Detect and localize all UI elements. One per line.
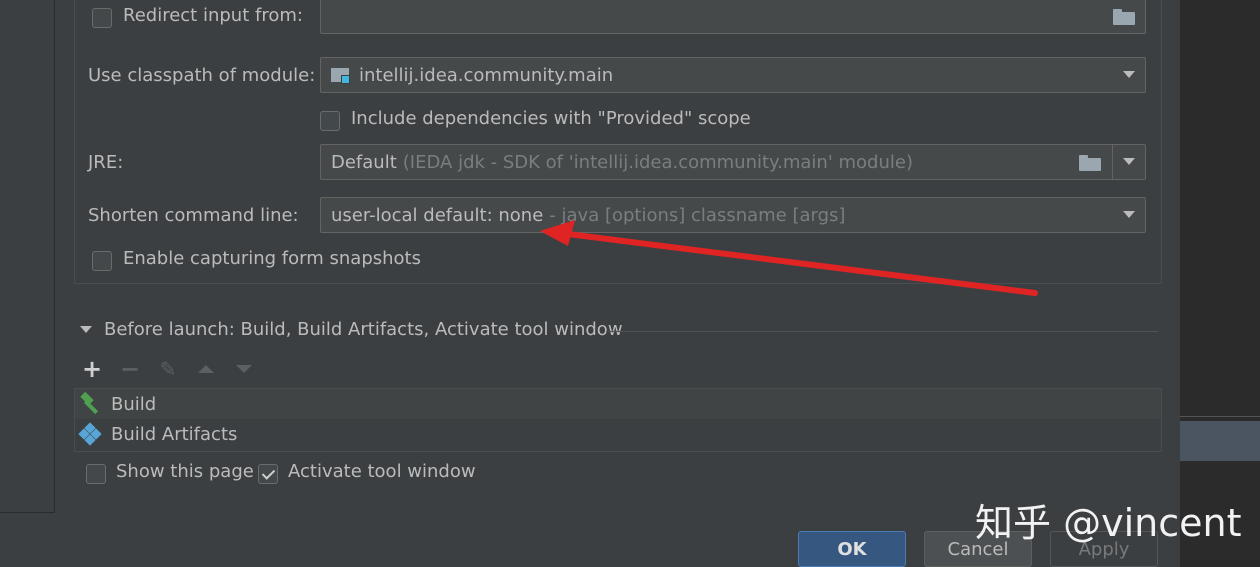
move-up-icon[interactable] bbox=[196, 359, 216, 379]
chevron-down-icon bbox=[1123, 211, 1135, 218]
jre-label: JRE: bbox=[88, 152, 124, 173]
jre-select[interactable]: Default (IEDA jdk - SDK of 'intellij.ide… bbox=[320, 144, 1146, 180]
shorten-label: Shorten command line: bbox=[88, 205, 299, 226]
module-value: intellij.idea.community.main bbox=[359, 64, 614, 86]
show-page-checkbox[interactable] bbox=[86, 464, 106, 484]
add-icon[interactable]: + bbox=[82, 357, 102, 381]
list-item[interactable]: Build bbox=[75, 389, 1161, 419]
list-item[interactable]: Build Artifacts bbox=[75, 419, 1161, 449]
before-launch-toolbar: + − ✎ bbox=[82, 356, 254, 382]
chevron-down-icon bbox=[1123, 71, 1135, 78]
selected-row-highlight bbox=[1180, 421, 1260, 461]
jre-value: Default bbox=[331, 151, 397, 173]
snapshots-checkbox[interactable] bbox=[92, 251, 112, 271]
redirect-input-checkbox[interactable] bbox=[92, 8, 112, 28]
watermark-text: 知乎 @vincent bbox=[975, 501, 1242, 545]
module-label: Use classpath of module: bbox=[88, 65, 316, 86]
background-editor-pane bbox=[1180, 0, 1260, 567]
activate-tool-window-label: Activate tool window bbox=[288, 461, 476, 482]
include-provided-checkbox[interactable] bbox=[320, 111, 340, 131]
edit-pencil-icon[interactable]: ✎ bbox=[158, 359, 178, 379]
ok-button[interactable]: OK bbox=[798, 531, 906, 567]
chevron-down-icon[interactable] bbox=[1123, 158, 1135, 165]
jre-hint: (IEDA jdk - SDK of 'intellij.idea.commun… bbox=[402, 151, 913, 173]
before-launch-task-list: Build Build Artifacts bbox=[74, 388, 1162, 452]
module-select[interactable]: intellij.idea.community.main bbox=[320, 57, 1146, 93]
pane-divider bbox=[1180, 416, 1260, 417]
activate-tool-window-checkbox[interactable] bbox=[258, 464, 278, 484]
include-provided-label: Include dependencies with "Provided" sco… bbox=[351, 108, 751, 129]
shorten-hint: - java [options] classname [args] bbox=[549, 204, 846, 226]
move-down-icon[interactable] bbox=[234, 359, 254, 379]
task-label: Build bbox=[111, 393, 157, 415]
module-icon bbox=[331, 66, 351, 84]
shorten-value: user-local default: none bbox=[331, 204, 544, 226]
collapse-triangle-icon bbox=[80, 326, 92, 333]
snapshots-label: Enable capturing form snapshots bbox=[123, 248, 421, 269]
jre-separator bbox=[1112, 145, 1113, 179]
browse-folder-icon[interactable] bbox=[1113, 9, 1135, 25]
redirect-input-field[interactable] bbox=[320, 0, 1146, 34]
left-tree-pane bbox=[0, 0, 55, 513]
shorten-select[interactable]: user-local default: none - java [options… bbox=[320, 197, 1146, 233]
artifacts-icon bbox=[78, 422, 103, 446]
redirect-input-label: Redirect input from: bbox=[123, 5, 303, 26]
before-launch-title: Before launch: Build, Build Artifacts, A… bbox=[104, 319, 623, 340]
show-page-label: Show this page bbox=[116, 461, 254, 482]
run-configuration-dialog: Redirect input from: Use classpath of mo… bbox=[56, 0, 1180, 567]
jre-browse-folder-icon[interactable] bbox=[1079, 155, 1101, 171]
section-divider bbox=[606, 331, 1158, 332]
configuration-panel: Redirect input from: Use classpath of mo… bbox=[74, 0, 1162, 284]
hammer-icon bbox=[79, 391, 103, 415]
remove-icon[interactable]: − bbox=[120, 357, 140, 381]
task-label: Build Artifacts bbox=[111, 423, 238, 445]
before-launch-header[interactable]: Before launch: Build, Build Artifacts, A… bbox=[80, 319, 623, 340]
